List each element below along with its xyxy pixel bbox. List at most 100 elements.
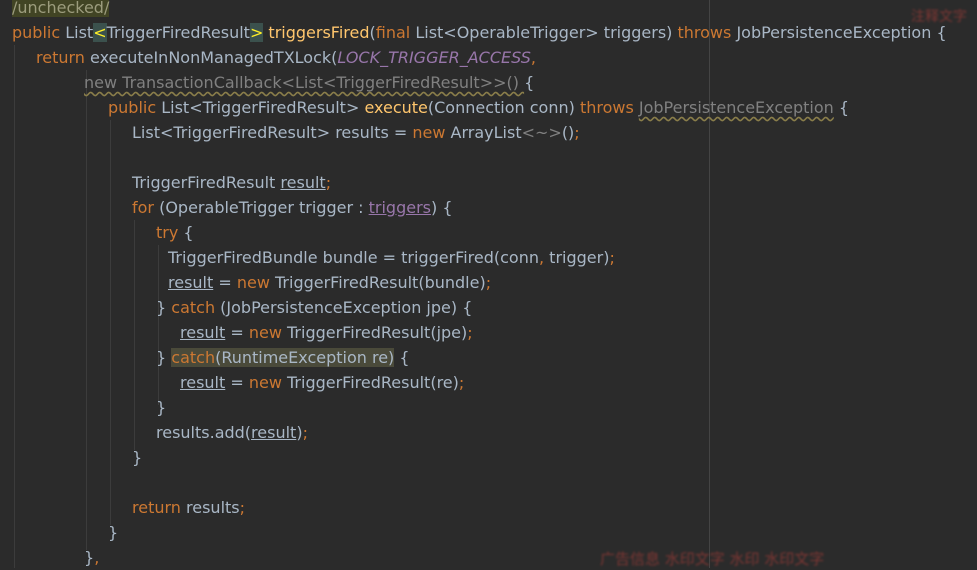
code-token: results	[186, 498, 240, 517]
code-token: result	[168, 273, 214, 292]
code-token: ArrayList	[450, 123, 522, 142]
code-token: List	[65, 23, 94, 42]
code-token: <	[93, 23, 107, 42]
code-line[interactable]: result = new TriggerFiredResult(jpe);	[180, 320, 473, 345]
code-line[interactable]: } catch (JobPersistenceException jpe) {	[156, 295, 472, 320]
code-token: result	[280, 173, 326, 192]
code-line[interactable]: }	[132, 445, 142, 470]
code-token: (JobPersistenceException jpe) {	[220, 298, 473, 317]
code-token: trigger)	[549, 248, 610, 267]
code-token: ) {	[431, 198, 453, 217]
code-token: ,	[539, 248, 550, 267]
code-token: List<OperableTrigger> triggers)	[415, 23, 678, 42]
code-token: ,	[530, 48, 536, 67]
code-token: new	[248, 323, 287, 342]
code-token: >	[249, 23, 264, 42]
right-margin-guide	[709, 0, 710, 568]
code-line[interactable]: for (OperableTrigger trigger : triggers)…	[132, 195, 453, 220]
code-token: ;	[485, 273, 492, 292]
code-token: List<TriggerFiredResult> results =	[132, 123, 413, 142]
indent-guide	[86, 70, 87, 550]
code-token: new TransactionCallback<List<TriggerFire…	[84, 73, 525, 92]
code-line[interactable]: new TransactionCallback<List<TriggerFire…	[84, 70, 534, 95]
code-token: result	[180, 373, 226, 392]
code-token: public	[108, 98, 162, 117]
code-line[interactable]: }	[108, 520, 118, 545]
code-token: result	[180, 323, 226, 342]
code-token: try	[156, 223, 184, 242]
code-token: throws	[677, 23, 737, 42]
code-line[interactable]: public List<TriggerFiredResult> execute(…	[108, 95, 849, 120]
code-token: =	[225, 323, 249, 342]
code-line[interactable]: return results;	[132, 495, 245, 520]
code-token: }	[156, 398, 167, 417]
code-token: result	[251, 423, 297, 442]
code-token: triggersFired	[263, 23, 370, 42]
code-token: {	[394, 348, 410, 367]
code-token: ;	[325, 173, 332, 192]
code-token: (RuntimeException re)	[215, 348, 395, 367]
code-line[interactable]: /unchecked/	[12, 0, 110, 20]
code-token: /unchecked/	[12, 0, 110, 17]
code-token: }	[84, 548, 95, 567]
code-token: {	[833, 98, 850, 117]
code-token: execute	[364, 98, 428, 117]
code-token: final	[375, 23, 416, 42]
code-token: TriggerFiredResult(jpe)	[287, 323, 468, 342]
code-token: new	[412, 123, 451, 142]
code-token: for	[132, 198, 160, 217]
blurred-watermark: 注释文字	[911, 9, 967, 25]
indent-guide	[110, 120, 111, 525]
indent-guide	[14, 45, 15, 568]
code-token: }	[156, 348, 172, 367]
code-token: ;	[239, 498, 246, 517]
code-token: JobPersistenceException	[638, 98, 834, 117]
code-token: (OperableTrigger trigger :	[159, 198, 369, 217]
code-token: ;	[458, 373, 465, 392]
indent-guide	[158, 245, 159, 405]
code-token: ;	[467, 323, 473, 342]
code-token: {	[183, 223, 194, 242]
code-line[interactable]: public List<TriggerFiredResult> triggers…	[12, 20, 947, 45]
code-line[interactable]: },	[84, 545, 99, 570]
code-token: executeInNonManagedTXLock(	[90, 48, 338, 67]
code-line[interactable]: result = new TriggerFiredResult(re);	[180, 370, 464, 395]
code-token: =	[225, 373, 249, 392]
code-token: (Connection conn)	[427, 98, 580, 117]
code-token: results.add(	[156, 423, 252, 442]
code-token: ()	[561, 123, 575, 142]
code-token: throws	[579, 98, 639, 117]
code-token: ;	[302, 423, 308, 442]
blurred-watermark: 广告信息 水印文字 水印 水印文字	[600, 550, 825, 568]
code-token: ;	[574, 123, 580, 142]
code-token: {	[524, 73, 535, 92]
code-token: TriggerFiredResult	[132, 173, 281, 192]
code-token: catch	[171, 298, 221, 317]
code-line[interactable]: results.add(result);	[156, 420, 308, 445]
code-token: public	[12, 23, 66, 42]
code-token: }	[156, 298, 172, 317]
code-token: =	[213, 273, 237, 292]
code-line[interactable]: List<TriggerFiredResult> results = new A…	[132, 120, 580, 145]
code-token: ,	[94, 548, 100, 567]
code-token: return	[36, 48, 91, 67]
code-token: triggers	[368, 198, 431, 217]
code-line[interactable]: }	[156, 395, 166, 420]
code-line[interactable]: result = new TriggerFiredResult(bundle);	[168, 270, 491, 295]
code-token: <~>	[521, 123, 562, 142]
code-token: new	[248, 373, 287, 392]
code-token: TriggerFiredBundle bundle = triggerFired…	[168, 248, 539, 267]
code-token: catch	[171, 348, 216, 367]
code-line[interactable]: TriggerFiredResult result;	[132, 170, 331, 195]
code-editor[interactable]: /unchecked/public List<TriggerFiredResul…	[0, 0, 977, 568]
code-token: TriggerFiredResult(re)	[287, 373, 459, 392]
code-line[interactable]: return executeInNonManagedTXLock(LOCK_TR…	[36, 45, 536, 70]
code-token: TriggerFiredResult	[106, 23, 250, 42]
code-token: new	[236, 273, 275, 292]
code-line[interactable]: try {	[156, 220, 194, 245]
code-line[interactable]: TriggerFiredBundle bundle = triggerFired…	[168, 245, 615, 270]
code-token: LOCK_TRIGGER_ACCESS	[337, 48, 531, 67]
indent-guide	[134, 220, 135, 450]
code-token: ;	[609, 248, 615, 267]
code-line[interactable]: } catch(RuntimeException re) {	[156, 345, 410, 370]
